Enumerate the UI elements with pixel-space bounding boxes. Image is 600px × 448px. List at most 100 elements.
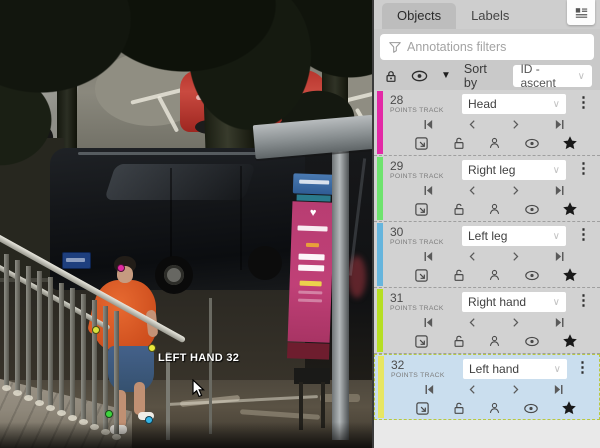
- object-row-28[interactable]: 28 POINTS TRACK Head ∨ ⋮: [374, 90, 600, 156]
- outside-button[interactable]: [414, 202, 429, 217]
- prev-keyframe-button[interactable]: [467, 184, 478, 197]
- sort-select[interactable]: ID - ascent ∨: [513, 65, 592, 87]
- occluded-button[interactable]: [488, 136, 501, 150]
- next-keyframe-button[interactable]: [510, 250, 521, 263]
- visibility-button[interactable]: [524, 203, 540, 216]
- prev-keyframe-button[interactable]: [467, 316, 478, 329]
- first-keyframe-button[interactable]: [423, 383, 436, 396]
- next-keyframe-button[interactable]: [510, 316, 521, 329]
- hide-all-button[interactable]: [411, 69, 428, 83]
- keyframe-button[interactable]: [562, 201, 578, 217]
- occluded-button[interactable]: [488, 334, 501, 348]
- first-keyframe-button[interactable]: [422, 184, 435, 197]
- prev-keyframe-icon: [467, 250, 478, 263]
- last-keyframe-button[interactable]: [552, 383, 565, 396]
- object-actions-menu[interactable]: ⋮: [572, 359, 593, 376]
- prev-keyframe-icon: [467, 383, 478, 396]
- visibility-button[interactable]: [524, 335, 540, 348]
- point-right-leg[interactable]: [105, 410, 113, 418]
- first-keyframe-button[interactable]: [422, 118, 435, 131]
- tab-objects[interactable]: Objects: [382, 3, 456, 29]
- visibility-eye-icon: [524, 335, 540, 348]
- suv-door-seam: [240, 166, 242, 270]
- object-row-31[interactable]: 31 POINTS TRACK Right hand ∨ ⋮: [374, 288, 600, 354]
- first-keyframe-button[interactable]: [422, 250, 435, 263]
- object-label-dropdown[interactable]: Head ∨: [462, 94, 566, 114]
- keyframe-button[interactable]: [562, 135, 578, 151]
- annotations-filter-input[interactable]: [380, 34, 594, 60]
- outside-button[interactable]: [414, 268, 429, 283]
- visibility-button[interactable]: [523, 402, 539, 415]
- occluded-button[interactable]: [488, 401, 501, 415]
- railing-baluster: [4, 254, 9, 388]
- outside-icon: [414, 202, 429, 217]
- occluded-button[interactable]: [488, 202, 501, 216]
- keyframe-button[interactable]: [562, 267, 578, 283]
- last-keyframe-button[interactable]: [553, 316, 566, 329]
- railing-baluster: [92, 300, 97, 428]
- visibility-button[interactable]: [524, 269, 540, 282]
- object-label-dropdown[interactable]: Right leg ∨: [462, 160, 566, 180]
- prev-keyframe-button[interactable]: [467, 250, 478, 263]
- last-keyframe-button[interactable]: [553, 250, 566, 263]
- next-keyframe-icon: [510, 316, 521, 329]
- object-id: 30: [390, 226, 462, 238]
- chevron-down-icon: ∨: [553, 297, 560, 308]
- point-head[interactable]: [117, 264, 125, 272]
- next-keyframe-button[interactable]: [510, 383, 521, 396]
- railing-baluster: [81, 294, 86, 422]
- object-label-dropdown[interactable]: Left hand ∨: [463, 359, 567, 379]
- next-keyframe-button[interactable]: [510, 184, 521, 197]
- object-label-dropdown[interactable]: Left leg ∨: [462, 226, 566, 246]
- object-label-dropdown[interactable]: Right hand ∨: [462, 292, 566, 312]
- last-keyframe-button[interactable]: [553, 184, 566, 197]
- lock-button[interactable]: [452, 334, 466, 349]
- occluded-person-icon: [488, 202, 501, 216]
- occluded-button[interactable]: [488, 268, 501, 282]
- object-label: Right hand: [468, 295, 526, 309]
- step-highlight: [35, 400, 44, 406]
- object-row-29[interactable]: 29 POINTS TRACK Right leg ∨ ⋮: [374, 156, 600, 222]
- lock-all-button[interactable]: [384, 69, 398, 84]
- last-keyframe-icon: [553, 316, 566, 329]
- first-keyframe-icon: [422, 316, 435, 329]
- appearance-settings-button[interactable]: [567, 0, 595, 25]
- object-type: POINTS TRACK: [390, 107, 462, 114]
- object-actions-menu[interactable]: ⋮: [573, 94, 594, 111]
- object-actions-menu[interactable]: ⋮: [573, 226, 594, 243]
- prev-keyframe-button[interactable]: [467, 383, 478, 396]
- collapse-all-button[interactable]: ▼: [441, 71, 451, 81]
- lock-button[interactable]: [452, 401, 466, 416]
- first-keyframe-icon: [422, 184, 435, 197]
- object-row-30[interactable]: 30 POINTS TRACK Left leg ∨ ⋮: [374, 222, 600, 288]
- object-type: POINTS TRACK: [391, 372, 463, 379]
- next-keyframe-icon: [510, 383, 521, 396]
- point-left-leg[interactable]: [145, 416, 153, 424]
- visibility-button[interactable]: [524, 137, 540, 150]
- next-keyframe-button[interactable]: [510, 118, 521, 131]
- first-keyframe-button[interactable]: [422, 316, 435, 329]
- occluded-person-icon: [488, 334, 501, 348]
- keyframe-button[interactable]: [561, 400, 577, 416]
- pink-banner-sign: ♥: [287, 173, 336, 372]
- annotation-canvas[interactable]: ♥ LEFT HAND 32: [0, 0, 372, 448]
- lock-button[interactable]: [452, 136, 466, 151]
- last-keyframe-icon: [552, 383, 565, 396]
- outside-button[interactable]: [415, 401, 430, 416]
- keyframe-button[interactable]: [562, 333, 578, 349]
- outside-button[interactable]: [414, 334, 429, 349]
- point-left-hand[interactable]: [148, 344, 156, 352]
- outside-button[interactable]: [414, 136, 429, 151]
- lock-button[interactable]: [452, 202, 466, 217]
- object-actions-menu[interactable]: ⋮: [573, 292, 594, 309]
- last-keyframe-button[interactable]: [553, 118, 566, 131]
- railing-baluster: [37, 271, 42, 402]
- prev-keyframe-button[interactable]: [467, 118, 478, 131]
- tab-labels[interactable]: Labels: [456, 3, 524, 29]
- lock-button[interactable]: [452, 268, 466, 283]
- next-keyframe-icon: [510, 118, 521, 131]
- point-right-hand[interactable]: [92, 326, 100, 334]
- object-id: 28: [390, 94, 462, 106]
- object-actions-menu[interactable]: ⋮: [573, 160, 594, 177]
- object-row-32[interactable]: 32 POINTS TRACK Left hand ∨ ⋮: [374, 354, 600, 420]
